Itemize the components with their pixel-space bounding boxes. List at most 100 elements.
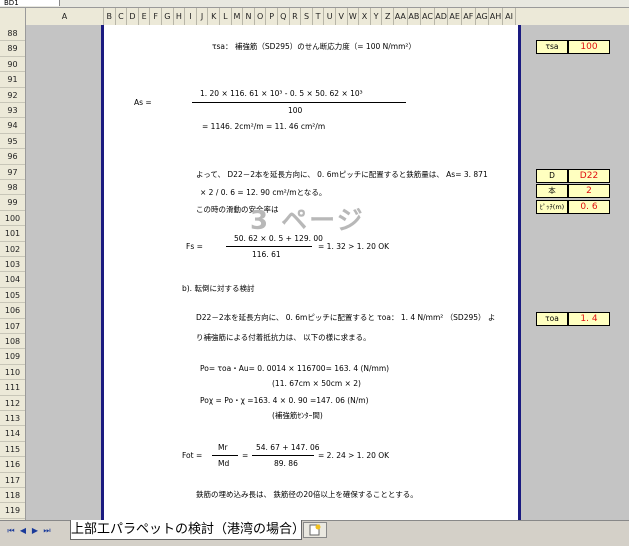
column-header-Y[interactable]: Y	[371, 8, 383, 25]
column-header-O[interactable]: O	[255, 8, 267, 25]
row-header-102[interactable]: 102	[0, 242, 25, 257]
hon-value-cell[interactable]: 2	[568, 184, 610, 198]
first-sheet-icon[interactable]: ⏮	[6, 526, 16, 536]
column-header-K[interactable]: K	[208, 8, 220, 25]
row-header-108[interactable]: 108	[0, 334, 25, 350]
column-header-C[interactable]: C	[116, 8, 128, 25]
fs-result: = 1. 32 > 1. 20 OK	[318, 242, 390, 251]
column-header-AC[interactable]: AC	[421, 8, 435, 25]
row-header-111[interactable]: 111	[0, 380, 25, 396]
column-header-E[interactable]: E	[139, 8, 151, 25]
new-sheet-glyph	[309, 524, 321, 536]
column-header-P[interactable]: P	[266, 8, 278, 25]
column-header-A[interactable]: A	[26, 8, 104, 25]
row-header-112[interactable]: 112	[0, 396, 25, 411]
d-value-cell[interactable]: D22	[568, 169, 610, 183]
next-sheet-icon[interactable]: ▶	[30, 526, 40, 536]
row-header-96[interactable]: 96	[0, 149, 25, 165]
column-header-N[interactable]: N	[243, 8, 255, 25]
row-header-92[interactable]: 92	[0, 88, 25, 103]
row-header-94[interactable]: 94	[0, 118, 25, 134]
row-header-95[interactable]: 95	[0, 134, 25, 150]
row-header-93[interactable]: 93	[0, 103, 25, 119]
prev-sheet-icon[interactable]: ◀	[18, 526, 28, 536]
fot-result: = 2. 24 > 1. 20 OK	[318, 451, 390, 460]
row-header-101[interactable]: 101	[0, 226, 25, 242]
column-header-AE[interactable]: AE	[448, 8, 462, 25]
row-header-90[interactable]: 90	[0, 57, 25, 73]
d-label-cell[interactable]: D	[536, 169, 568, 183]
tsa-value-cell[interactable]: 100	[568, 40, 610, 54]
as-denominator: 100	[288, 106, 303, 115]
mr-md-fraction-bar	[212, 455, 238, 456]
column-header-AI[interactable]: AI	[503, 8, 517, 25]
row-header-88[interactable]: 88	[0, 26, 25, 42]
column-header-AD[interactable]: AD	[435, 8, 449, 25]
row-header-118[interactable]: 118	[0, 488, 25, 504]
row-header-117[interactable]: 117	[0, 473, 25, 488]
insert-sheet-icon[interactable]	[303, 522, 327, 538]
column-header-U[interactable]: U	[324, 8, 336, 25]
row-header-98[interactable]: 98	[0, 180, 25, 196]
row-header-97[interactable]: 97	[0, 165, 25, 180]
name-box[interactable]: BD1	[0, 0, 60, 6]
column-header-AH[interactable]: AH	[489, 8, 503, 25]
column-header-R[interactable]: R	[290, 8, 302, 25]
row-header-104[interactable]: 104	[0, 272, 25, 288]
row-header-99[interactable]: 99	[0, 195, 25, 211]
row-header-100[interactable]: 100	[0, 211, 25, 227]
column-header-I[interactable]: I	[185, 8, 197, 25]
column-header-AB[interactable]: AB	[408, 8, 422, 25]
row-header-114[interactable]: 114	[0, 426, 25, 442]
column-header-D[interactable]: D	[127, 8, 139, 25]
pitch-label-cell[interactable]: ﾋﾟｯﾁ(m)	[536, 200, 568, 214]
column-header-AF[interactable]: AF	[462, 8, 476, 25]
column-header-M[interactable]: M	[232, 8, 244, 25]
row-header-89[interactable]: 89	[0, 41, 25, 57]
column-header-V[interactable]: V	[336, 8, 348, 25]
column-header-AG[interactable]: AG	[476, 8, 490, 25]
column-header-B[interactable]: B	[104, 8, 116, 25]
column-header-S[interactable]: S	[301, 8, 313, 25]
last-sheet-icon[interactable]: ⏭	[42, 526, 52, 536]
toa-value-cell[interactable]: 1. 4	[568, 312, 610, 326]
column-header-L[interactable]: L	[220, 8, 232, 25]
column-header-Q[interactable]: Q	[278, 8, 290, 25]
row-header-119[interactable]: 119	[0, 503, 25, 519]
tsa-label-cell[interactable]: τsa	[536, 40, 568, 54]
fot-numerator: 54. 67 + 147. 06	[256, 443, 320, 452]
row-header-116[interactable]: 116	[0, 457, 25, 473]
toa-label-cell[interactable]: τoa	[536, 312, 568, 326]
row-header-106[interactable]: 106	[0, 303, 25, 319]
column-header-F[interactable]: F	[150, 8, 162, 25]
page-watermark: 3 ページ	[250, 206, 365, 236]
column-header-Z[interactable]: Z	[382, 8, 394, 25]
row-header-110[interactable]: 110	[0, 365, 25, 381]
fs-fraction-bar	[226, 246, 312, 247]
select-all-corner[interactable]	[0, 8, 26, 25]
row-header-113[interactable]: 113	[0, 411, 25, 427]
column-header-AA[interactable]: AA	[394, 8, 408, 25]
pitch-value-cell[interactable]: 0. 6	[568, 200, 610, 214]
column-header-X[interactable]: X	[359, 8, 371, 25]
row-header-107[interactable]: 107	[0, 319, 25, 334]
as-label: As =	[134, 98, 152, 107]
column-header-J[interactable]: J	[197, 8, 209, 25]
row-header-109[interactable]: 109	[0, 349, 25, 365]
row-header-105[interactable]: 105	[0, 288, 25, 304]
row-header-91[interactable]: 91	[0, 72, 25, 88]
column-header-W[interactable]: W	[348, 8, 360, 25]
sheet-tab-active[interactable]: 上部工パラペットの検討（港湾の場合）	[70, 520, 305, 540]
hon-label-cell[interactable]: 本	[536, 184, 568, 198]
paragraph-1b: × 2 / 0. 6 = 12. 90 cm²/mとなる。	[200, 188, 327, 197]
pox-note: (補強筋ｾﾝﾀｰ間)	[272, 411, 323, 420]
column-header-G[interactable]: G	[162, 8, 174, 25]
row-header-103[interactable]: 103	[0, 257, 25, 273]
column-header-T[interactable]: T	[313, 8, 325, 25]
fot-equals: =	[242, 451, 249, 460]
tsa-definition: τsa： 補強筋（SD295）のせん断応力度（= 100 N/mm²）	[212, 42, 416, 51]
row-header-115[interactable]: 115	[0, 442, 25, 458]
page-break-right	[518, 25, 521, 520]
fot-denominator: 89. 86	[274, 459, 298, 468]
column-header-H[interactable]: H	[174, 8, 186, 25]
